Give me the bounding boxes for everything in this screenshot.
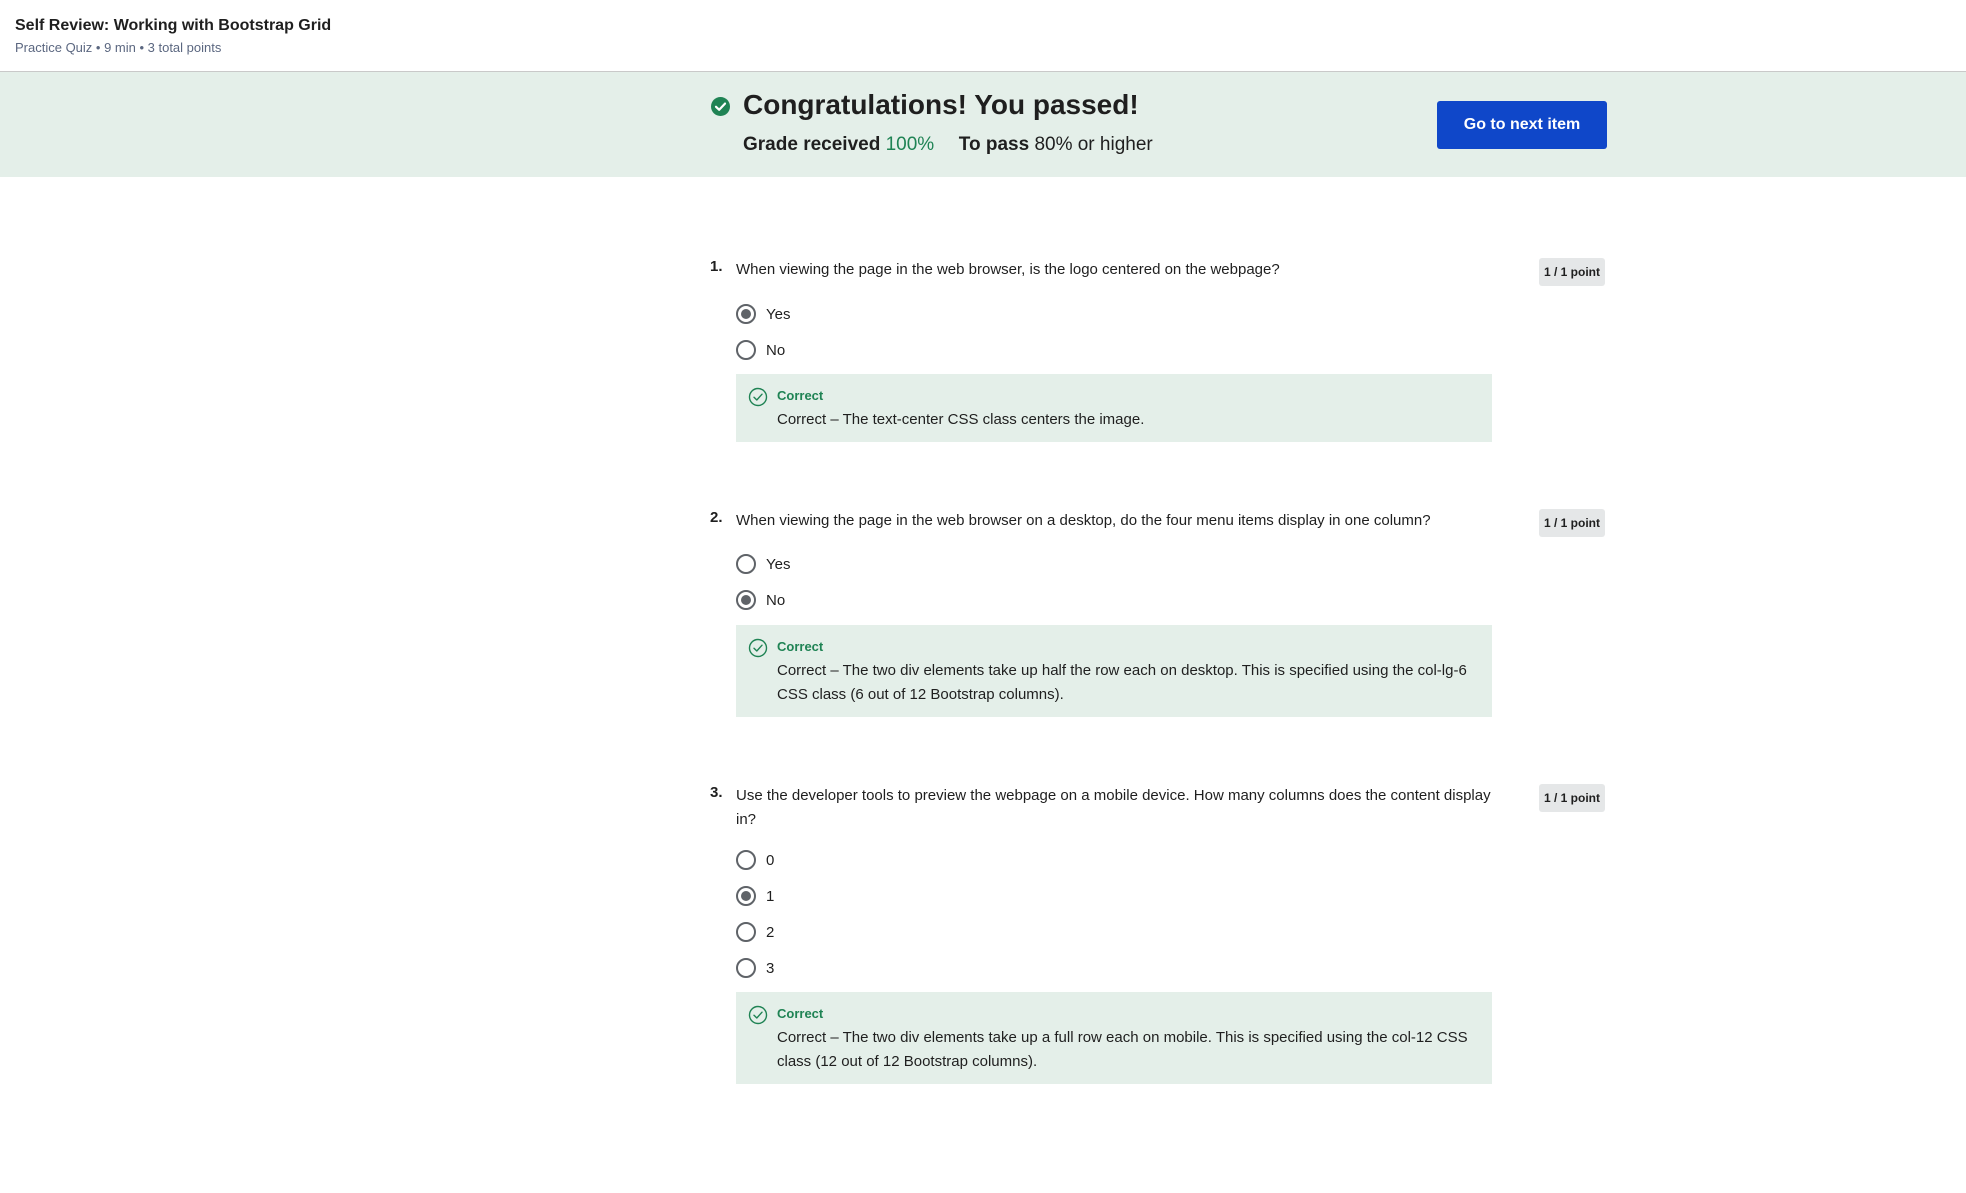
option-no[interactable]: No: [736, 338, 785, 362]
quiz-title: Self Review: Working with Bootstrap Grid: [15, 17, 332, 34]
option-0[interactable]: 0: [736, 848, 774, 872]
option-label: No: [766, 341, 786, 359]
result-banner: Congratulations! You passed! Grade recei…: [0, 72, 1966, 177]
grade-summary: Grade received 100% To pass 80% or highe…: [743, 134, 1153, 156]
option-yes[interactable]: Yes: [736, 552, 790, 576]
option-label: 2: [766, 923, 775, 941]
radio-button[interactable]: [736, 554, 756, 574]
option-label: 1: [766, 887, 775, 905]
option-1[interactable]: 1: [736, 884, 774, 908]
radio-button[interactable]: [736, 590, 756, 610]
feedback-title: Correct: [777, 1006, 824, 1021]
radio-button[interactable]: [736, 304, 756, 324]
radio-button[interactable]: [736, 886, 756, 906]
radio-button[interactable]: [736, 958, 756, 978]
check-circle-outline-icon: [748, 387, 768, 407]
points-badge: 1 / 1 point: [1539, 784, 1606, 812]
check-circle-icon: [711, 97, 730, 116]
next-item-button[interactable]: Go to next item: [1437, 101, 1607, 149]
question-number: 2.: [710, 509, 723, 526]
feedback-title: Correct: [777, 639, 824, 654]
grade-label: Grade received: [743, 134, 881, 155]
feedback-box: Correct Correct – The two div elements t…: [736, 992, 1492, 1084]
option-label: 0: [766, 851, 775, 869]
feedback-text: Correct – The two div elements take up a…: [777, 1029, 1468, 1070]
question-number: 1.: [710, 258, 723, 275]
result-headline: Congratulations! You passed!: [743, 89, 1139, 120]
grade-value: 100%: [885, 134, 935, 155]
question-text: When viewing the page in the web browser…: [736, 261, 1280, 278]
question-number: 3.: [710, 784, 723, 801]
question-text: Use the developer tools to preview the w…: [736, 787, 1491, 828]
radio-button[interactable]: [736, 850, 756, 870]
option-label: No: [766, 591, 786, 609]
feedback-text: Correct – The text-center CSS class cent…: [777, 411, 1145, 428]
check-circle-outline-icon: [748, 638, 768, 658]
quiz-subtitle: Practice Quiz • 9 min • 3 total points: [15, 40, 222, 55]
feedback-text: Correct – The two div elements take up h…: [777, 662, 1467, 703]
feedback-box: Correct Correct – The text-center CSS cl…: [736, 374, 1492, 442]
feedback-box: Correct Correct – The two div elements t…: [736, 625, 1492, 717]
top-bar: Self Review: Working with Bootstrap Grid…: [0, 0, 1966, 72]
check-circle-outline-icon: [748, 1005, 768, 1025]
option-yes[interactable]: Yes: [736, 302, 790, 326]
option-label: Yes: [766, 305, 791, 323]
option-2[interactable]: 2: [736, 920, 774, 944]
option-label: 3: [766, 959, 775, 977]
option-no[interactable]: No: [736, 588, 785, 612]
pass-label: To pass: [958, 134, 1030, 155]
feedback-title: Correct: [777, 388, 824, 403]
points-badge: 1 / 1 point: [1539, 509, 1606, 537]
option-3[interactable]: 3: [736, 956, 774, 980]
radio-button[interactable]: [736, 340, 756, 360]
radio-button[interactable]: [736, 922, 756, 942]
option-label: Yes: [766, 555, 791, 573]
pass-value: 80% or higher: [1034, 134, 1153, 155]
points-badge: 1 / 1 point: [1539, 258, 1606, 286]
question-text: When viewing the page in the web browser…: [736, 512, 1431, 529]
